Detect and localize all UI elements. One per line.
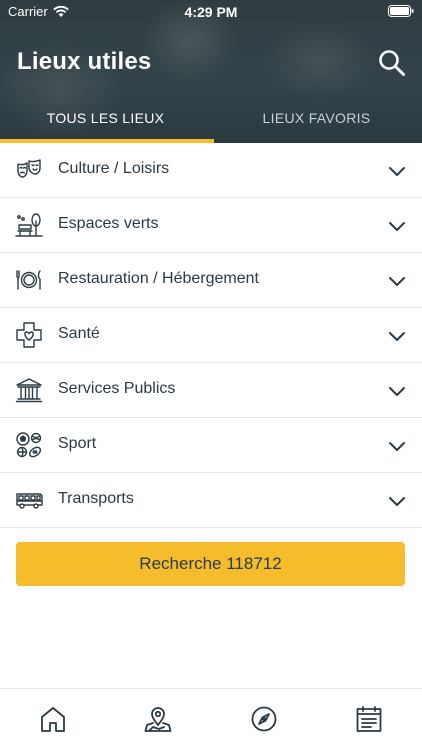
status-time: 4:29 PM <box>184 4 238 20</box>
category-label: Sport <box>58 435 97 452</box>
category-label: Culture / Loisirs <box>58 160 170 177</box>
battery-icon <box>388 5 414 17</box>
medical-cross-heart-icon <box>15 321 43 349</box>
chevron-down-icon <box>389 497 405 506</box>
category-label: Restauration / Hébergement <box>58 270 259 287</box>
sport-balls-icon <box>15 431 43 459</box>
chevron-down-icon <box>389 222 405 231</box>
plate-cutlery-icon <box>15 266 43 294</box>
bottom-tab-bar <box>0 688 422 750</box>
chevron-down-icon <box>389 387 405 396</box>
category-row-restauration-hebergement[interactable]: Restauration / Hébergement <box>0 253 422 308</box>
category-row-espaces-verts[interactable]: Espaces verts <box>0 198 422 253</box>
category-label: Espaces verts <box>58 215 159 232</box>
chevron-down-icon <box>389 277 405 286</box>
title-row: Lieux utiles <box>0 42 422 86</box>
tabbar-home[interactable] <box>37 703 69 735</box>
tabs: TOUS LES LIEUX LIEUX FAVORIS <box>0 96 422 143</box>
search-button[interactable] <box>376 47 408 79</box>
status-bar: Carrier 4:29 PM <box>0 0 422 24</box>
tabbar-map[interactable] <box>142 703 174 735</box>
category-row-culture-loisirs[interactable]: Culture / Loisirs <box>0 143 422 198</box>
category-row-sante[interactable]: Santé <box>0 308 422 363</box>
tabbar-explore[interactable] <box>248 703 280 735</box>
chevron-down-icon <box>389 332 405 341</box>
page-title: Lieux utiles <box>17 48 152 75</box>
map-pin-icon <box>144 707 172 732</box>
chevron-down-icon <box>389 167 405 176</box>
chevron-down-icon <box>389 442 405 451</box>
home-icon <box>41 707 65 732</box>
category-row-transports[interactable]: Transports <box>0 473 422 528</box>
category-label: Santé <box>58 325 100 342</box>
category-row-services-publics[interactable]: Services Publics <box>0 363 422 418</box>
park-bench-icon <box>15 211 43 239</box>
category-label: Transports <box>58 490 134 507</box>
compass-icon <box>251 706 277 732</box>
category-list: Culture / Loisirs Espaces verts Restaura… <box>0 143 422 528</box>
category-label: Services Publics <box>58 380 176 397</box>
tab-lieux-favoris[interactable]: LIEUX FAVORIS <box>211 96 422 143</box>
search-icon <box>379 50 405 76</box>
theater-masks-icon <box>15 156 43 184</box>
tab-tous-les-lieux[interactable]: TOUS LES LIEUX <box>0 96 211 143</box>
category-row-sport[interactable]: Sport <box>0 418 422 473</box>
header: Carrier 4:29 PM Lieux utiles TOUS LES LI… <box>0 0 422 143</box>
recherche-118712-button[interactable]: Recherche 118712 <box>16 542 405 586</box>
calendar-icon <box>356 706 382 732</box>
tabbar-agenda[interactable] <box>353 703 385 735</box>
bus-icon <box>15 486 43 514</box>
public-building-icon <box>15 376 43 404</box>
